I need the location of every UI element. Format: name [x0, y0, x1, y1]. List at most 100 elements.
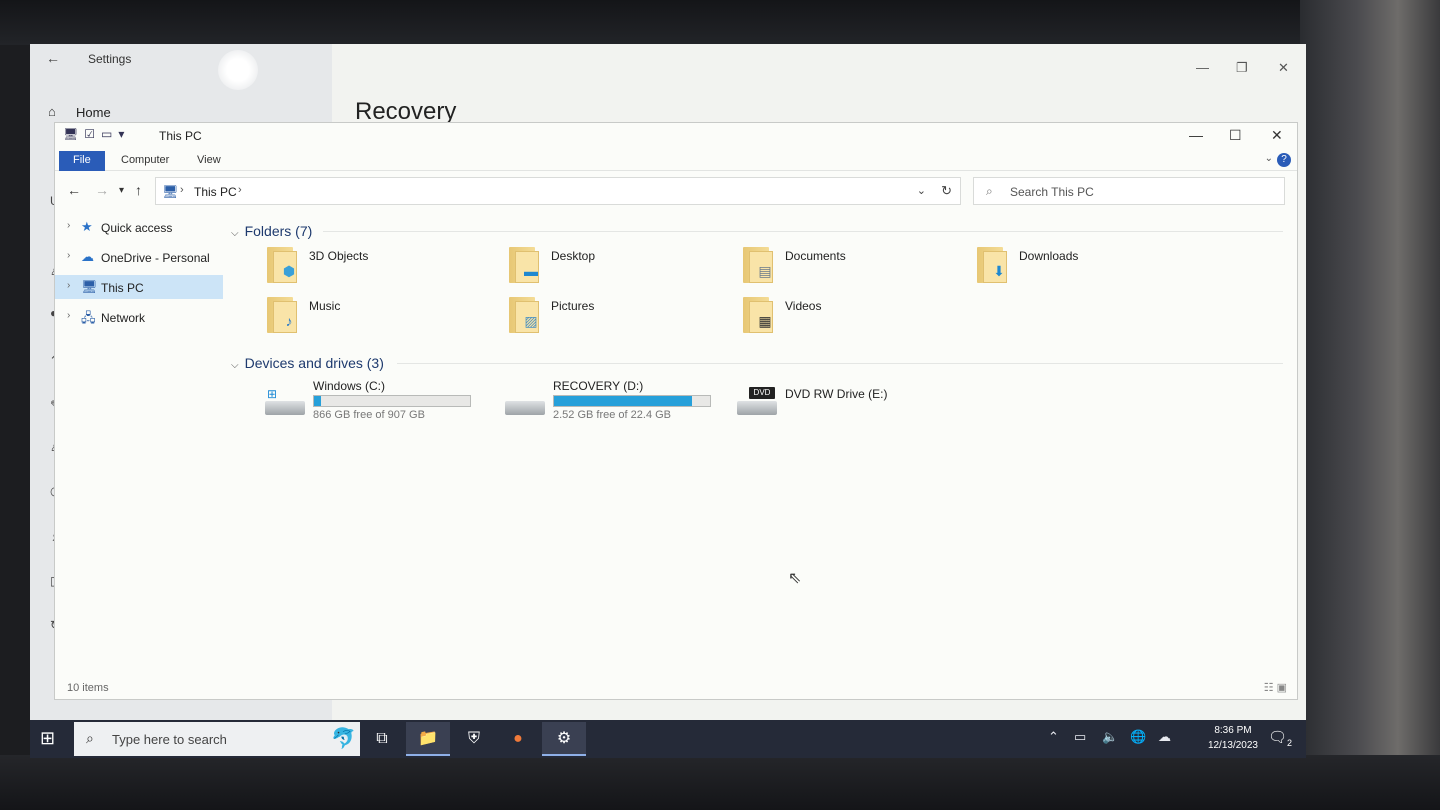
folder-music[interactable]: ♪ Music: [267, 295, 487, 343]
clock[interactable]: 8:36 PM 12/13/2023: [1208, 723, 1258, 753]
maximize-button[interactable]: ☐: [1229, 127, 1242, 144]
drive-name: Windows (C:): [313, 379, 386, 393]
expand-chevron-icon[interactable]: ›: [67, 280, 70, 291]
collapse-chevron-icon[interactable]: ⌵: [231, 360, 239, 371]
expand-ribbon-icon[interactable]: ⌄: [1265, 153, 1273, 164]
taskbar-search-box[interactable]: ⌕ Type here to search 🐬: [74, 722, 360, 756]
status-bar: 10 items ☷ ▣: [55, 677, 1297, 699]
close-button[interactable]: ✕: [1271, 127, 1283, 144]
folder-icon: ♪: [267, 295, 303, 335]
battery-icon[interactable]: ▭: [1074, 729, 1086, 745]
nav-item-onedrive-personal[interactable]: › ☁ OneDrive - Personal: [55, 245, 223, 269]
nav-item-label: Quick access: [101, 221, 173, 235]
settings-minimize-button[interactable]: —: [1196, 60, 1209, 75]
breadcrumb-this-pc[interactable]: This PC: [194, 185, 237, 199]
folder-3d-objects[interactable]: ⬢ 3D Objects: [267, 245, 487, 293]
drive-windows-c[interactable]: ⊞ Windows (C:) 866 GB free of 907 GB: [265, 379, 505, 427]
minimize-button[interactable]: —: [1189, 127, 1203, 143]
notification-center-icon[interactable]: 🗨2: [1268, 728, 1292, 748]
volume-icon[interactable]: 🔈: [1102, 729, 1118, 745]
nav-item-quick-access[interactable]: › ★ Quick access: [55, 215, 223, 239]
task-view-icon[interactable]: ⧉: [360, 722, 404, 756]
folder-videos[interactable]: ▦ Videos: [743, 295, 963, 343]
ribbon-tab-view[interactable]: View: [183, 151, 235, 171]
folder-icon: ▤: [743, 245, 779, 285]
back-arrow-icon[interactable]: ←: [46, 50, 60, 66]
breadcrumb-separator-icon[interactable]: ›: [180, 184, 184, 196]
search-box[interactable]: ⌕ Search This PC: [973, 177, 1285, 205]
search-placeholder[interactable]: Search This PC: [1010, 185, 1094, 199]
clock-date: 12/13/2023: [1207, 740, 1258, 751]
home-icon: ⌂: [48, 104, 56, 119]
folder-downloads[interactable]: ⬇ Downloads: [977, 245, 1197, 293]
folder-documents[interactable]: ▤ Documents: [743, 245, 963, 293]
folder-icon: ⬇: [977, 245, 1013, 285]
help-icon[interactable]: ?: [1277, 153, 1291, 167]
group-header-drives[interactable]: ⌵ Devices and drives (3): [231, 355, 384, 371]
forward-button[interactable]: →: [95, 182, 109, 198]
folder-icon: ▨: [509, 295, 545, 335]
window-title: This PC: [159, 129, 202, 143]
network-globe-icon[interactable]: 🌐: [1130, 729, 1146, 745]
ribbon-tab-file[interactable]: File: [59, 151, 105, 171]
dvd-drive-icon: DVD: [737, 387, 779, 417]
monitor-bezel-right: [1300, 0, 1440, 810]
network-icon: 🖧: [81, 310, 96, 325]
expand-chevron-icon[interactable]: ›: [67, 310, 70, 321]
settings-close-button[interactable]: ✕: [1278, 60, 1289, 76]
address-bar[interactable]: 🖥 › This PC › ⌄ ↻: [155, 177, 961, 205]
address-dropdown-icon[interactable]: ⌄: [917, 184, 926, 197]
clock-time: 8:36 PM: [1214, 725, 1252, 736]
firefox-icon[interactable]: ●: [496, 722, 540, 756]
taskbar-search-placeholder[interactable]: Type here to search: [112, 732, 227, 747]
show-hidden-icons-icon[interactable]: ⌃: [1048, 729, 1059, 745]
up-button[interactable]: ↑: [135, 182, 142, 198]
nav-item-this-pc[interactable]: › 🖥 This PC: [55, 275, 223, 299]
windows-start-icon[interactable]: ⊞: [40, 728, 55, 749]
breadcrumb-separator-icon[interactable]: ›: [238, 184, 242, 196]
navigation-pane: › ★ Quick access › ☁ OneDrive - Personal › 🖥 Thi…: [55, 215, 223, 675]
settings-window-title: Settings: [88, 52, 132, 66]
collapse-chevron-icon[interactable]: ⌵: [231, 228, 239, 239]
drive-recovery-d[interactable]: RECOVERY (D:) 2.52 GB free of 22.4 GB: [505, 379, 745, 427]
drive-name: DVD RW Drive (E:): [785, 387, 888, 401]
monitor-bezel-bottom: [0, 755, 1440, 810]
drive-dvd-rw-drive-e[interactable]: DVD DVD RW Drive (E:): [737, 379, 977, 427]
nav-item-label: This PC: [101, 281, 144, 295]
search-highlight-icon: 🐬: [331, 728, 356, 750]
folder-name: Desktop: [551, 249, 596, 263]
expand-chevron-icon[interactable]: ›: [67, 220, 70, 231]
refresh-icon[interactable]: ↻: [941, 183, 952, 199]
file-explorer-taskbar-icon[interactable]: 📁: [406, 722, 450, 756]
drive-name: RECOVERY (D:): [553, 379, 644, 393]
ribbon-tab-computer[interactable]: Computer: [107, 151, 183, 171]
customize-toolbar-icon[interactable]: ▾: [118, 127, 124, 141]
nav-item-label: Network: [101, 311, 146, 325]
windows-security-icon[interactable]: ⛨: [452, 722, 496, 756]
cloud-icon: ☁: [81, 249, 94, 264]
drive-free-space: 866 GB free of 907 GB: [313, 409, 425, 421]
recent-locations-button[interactable]: ▾: [119, 185, 124, 196]
drive-free-space: 2.52 GB free of 22.4 GB: [553, 409, 672, 421]
folder-desktop[interactable]: ▬ Desktop: [509, 245, 729, 293]
content-pane: ⌵ Folders (7) ⬢ 3D Objects ▬ Desktop ▤ Documen…: [227, 215, 1287, 675]
onedrive-icon[interactable]: ☁: [1158, 729, 1171, 745]
settings-restore-button[interactable]: ❐: [1236, 60, 1248, 76]
new-folder-icon[interactable]: ▭: [101, 127, 112, 141]
group-header-folders[interactable]: ⌵ Folders (7): [231, 223, 312, 239]
settings-home-link[interactable]: Home: [76, 105, 111, 120]
hard-drive-icon: ⊞: [265, 387, 307, 417]
nav-item-label: OneDrive - Personal: [101, 251, 210, 265]
group-divider: [323, 231, 1283, 232]
back-button[interactable]: ←: [67, 182, 81, 198]
expand-chevron-icon[interactable]: ›: [67, 250, 70, 261]
folder-pictures[interactable]: ▨ Pictures: [509, 295, 729, 343]
computer-icon: 🖥: [162, 184, 179, 199]
nav-item-network[interactable]: › 🖧 Network: [55, 305, 223, 329]
mouse-cursor-icon: ⇖: [788, 570, 802, 587]
view-toggle-icons[interactable]: ☷ ▣: [1264, 681, 1287, 694]
folder-name: Pictures: [551, 299, 595, 313]
settings-taskbar-icon[interactable]: ⚙: [542, 722, 586, 756]
folder-icon: ⬢: [267, 245, 303, 285]
properties-icon[interactable]: ☑: [84, 127, 95, 141]
